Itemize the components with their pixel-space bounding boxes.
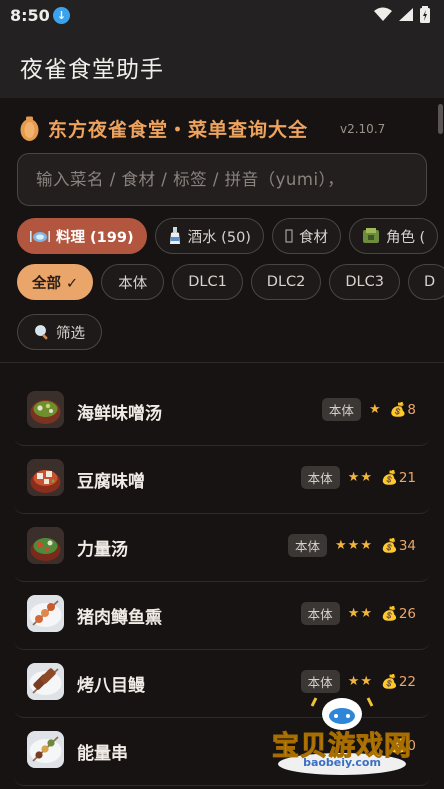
miso-soup-icon [27,391,64,428]
search-box[interactable] [17,153,427,206]
dlc-filter-chips: 全部 ✓ 本体 DLC1 DLC2 DLC3 D [17,264,444,300]
price-value: 26 [398,605,416,622]
money-bag-icon: 💰 [381,537,398,554]
dish-meta: 本体 ★★★ 💰 34 [288,534,416,557]
dish-price: 💰 34 [381,538,416,554]
status-bar: 8:50 ↓ [0,0,444,32]
download-icon: ↓ [53,7,70,24]
dish-tag: 本体 [321,398,361,421]
dish-tag: 本体 [300,466,340,489]
dish-tag: 本体 [300,602,340,625]
dish-stars: ★★ [347,470,373,485]
watermark-url: baobeiy.com [303,756,381,769]
money-bag-icon: 💰 [389,401,407,418]
money-bag-icon: 💰 [381,673,398,690]
dish-stars: ★★★ [335,538,373,553]
dish-tag: 本体 [300,670,340,693]
price-value: 34 [398,537,416,554]
dish-meta: 本体 ★ 💰 8 [321,398,416,421]
tab-dishes[interactable]: 料理 (199) [17,218,147,254]
dish-row[interactable]: 豆腐味噌 本体 ★★ 💰 21 [14,446,430,514]
grilled-eel-icon [27,663,64,700]
dish-price: 💰 22 [381,674,416,690]
dish-name: 力量汤 [77,540,128,560]
dish-stars: ★★ [347,606,373,621]
money-bag-icon: 💰 [381,469,398,486]
tab-label: 食材 [298,229,328,246]
chip-base[interactable]: 本体 [101,264,165,300]
chip-more[interactable]: D [407,264,444,300]
watermark: 宝贝游戏网 baobeiy.com [268,692,416,778]
search-input[interactable] [36,154,416,205]
dish-row[interactable]: 力量汤 本体 ★★★ 💰 34 [14,514,430,582]
bottle-icon [168,227,182,245]
dish-meta: 本体 ★★ 💰 22 [300,670,416,693]
dish-price: 💰 8 [390,402,416,418]
price-value: 21 [398,469,416,486]
ingredient-icon [285,229,293,243]
dish-stars: ★★ [347,674,373,689]
tab-label: 酒水 (50) [187,229,251,246]
dish-price: 💰 21 [381,470,416,486]
price-value: 22 [398,673,416,690]
scrollbar[interactable] [438,104,443,134]
money-bag-icon: 💰 [381,605,398,622]
dish-row[interactable]: 海鲜味噌汤 本体 ★ 💰 8 [14,378,430,446]
version-label: v2.10.7 [340,122,386,136]
tab-label: 料理 (199) [56,229,134,246]
section-divider [0,362,444,363]
dish-stars: ★ [368,402,382,417]
magnifier-icon [34,324,50,340]
app-title: 夜雀食堂助手 [20,57,164,83]
filter-label: 筛选 [56,325,85,342]
app-bar: 夜雀食堂助手 [0,32,444,98]
price-value: 8 [407,401,416,418]
dish-name: 猪肉鳟鱼熏 [77,608,162,628]
power-soup-icon [27,527,64,564]
dish-name: 海鲜味噌汤 [77,404,162,424]
dish-meta: 本体 ★★ 💰 26 [300,602,416,625]
page-title: 东方夜雀食堂・菜单查询大全 [48,119,309,141]
dish-meta: 本体 ★★ 💰 21 [300,466,416,489]
dish-name: 烤八目鳗 [77,676,145,696]
filter-button[interactable]: 筛选 [17,314,102,350]
filter-row: 筛选 [17,314,102,350]
tab-drinks[interactable]: 酒水 (50) [154,218,264,254]
chip-dlc2[interactable]: DLC2 [250,264,322,300]
wifi-icon [374,7,392,21]
dish-row[interactable]: 猪肉鳟鱼熏 本体 ★★ 💰 26 [14,582,430,650]
chip-dlc1[interactable]: DLC1 [172,264,243,300]
chip-dlc3[interactable]: DLC3 [329,264,400,300]
lantern-icon [20,116,39,141]
status-icons [374,6,430,23]
plate-icon [30,229,50,243]
dish-tag: 本体 [288,534,328,557]
battery-icon [420,6,430,23]
tab-ingredients[interactable]: 食材 [271,218,341,254]
dish-name: 豆腐味噌 [77,472,145,492]
signal-icon [399,8,413,21]
tab-characters[interactable]: 角色 ( [348,218,439,254]
status-time: 8:50 [10,6,50,25]
dish-name: 能量串 [77,744,128,764]
dish-price: 💰 26 [381,606,416,622]
tab-label: 角色 ( [385,229,426,246]
energy-skewer-icon [27,731,64,768]
chip-all[interactable]: 全部 ✓ [17,264,94,300]
character-icon [362,228,380,244]
tofu-miso-icon [27,459,64,496]
category-tabs: 料理 (199) 酒水 (50) 食材 角色 ( [17,218,439,254]
smoked-skewer-icon [27,595,64,632]
